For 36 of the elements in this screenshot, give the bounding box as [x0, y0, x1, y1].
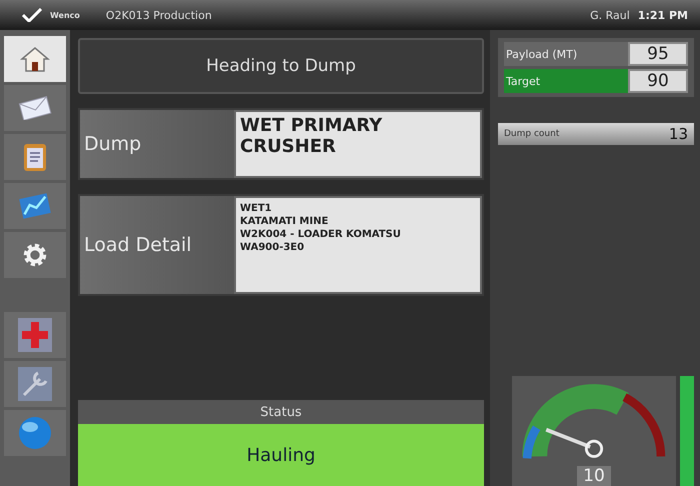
status-value: Hauling: [78, 424, 484, 486]
sidebar-button[interactable]: [4, 361, 66, 407]
metric-value: 95: [628, 42, 688, 66]
medical-cross-icon: [18, 318, 52, 352]
heading-banner: Heading to Dump: [78, 38, 484, 94]
sidebar-button[interactable]: [4, 36, 66, 82]
house-icon: [20, 46, 50, 72]
detail-line: KATAMATI MINE: [240, 215, 330, 228]
dump-count-label: Dump count: [504, 129, 560, 139]
sidebar-button[interactable]: [4, 85, 66, 131]
wrench-icon: [18, 367, 52, 401]
speed-readout: 10: [577, 466, 611, 486]
metric-label: Payload (MT): [505, 48, 578, 60]
app-title: O2K013 Production: [106, 8, 212, 22]
metric-value: 90: [628, 69, 688, 93]
detail-line: W2K004 - LOADER KOMATSU: [240, 228, 402, 241]
detail-line: WA900-3E0: [240, 241, 306, 254]
detail-line: WET PRIMARY: [240, 116, 384, 137]
detail-line: CRUSHER: [240, 136, 337, 158]
user-name: G. Raul: [590, 8, 630, 22]
globe-icon: [17, 415, 53, 451]
sidebar-button[interactable]: [4, 183, 66, 229]
sidebar-button[interactable]: [4, 232, 66, 278]
sidebar-button[interactable]: [4, 134, 66, 180]
checkmark-icon: [22, 8, 42, 22]
status-header: Status: [78, 400, 484, 424]
detail-line: WET1: [240, 202, 273, 215]
settings-icon: [21, 241, 49, 269]
detail-label: Load Detail: [80, 196, 234, 294]
clipboard-icon: [21, 141, 49, 173]
sidebar-button[interactable]: [4, 410, 66, 456]
clock-time: 1:21 PM: [638, 8, 688, 22]
logo-text: Wenco: [50, 10, 80, 20]
detail-label: Dump: [80, 110, 234, 178]
dump-count-value: 13: [668, 125, 688, 143]
metric-label: Target: [505, 74, 540, 88]
